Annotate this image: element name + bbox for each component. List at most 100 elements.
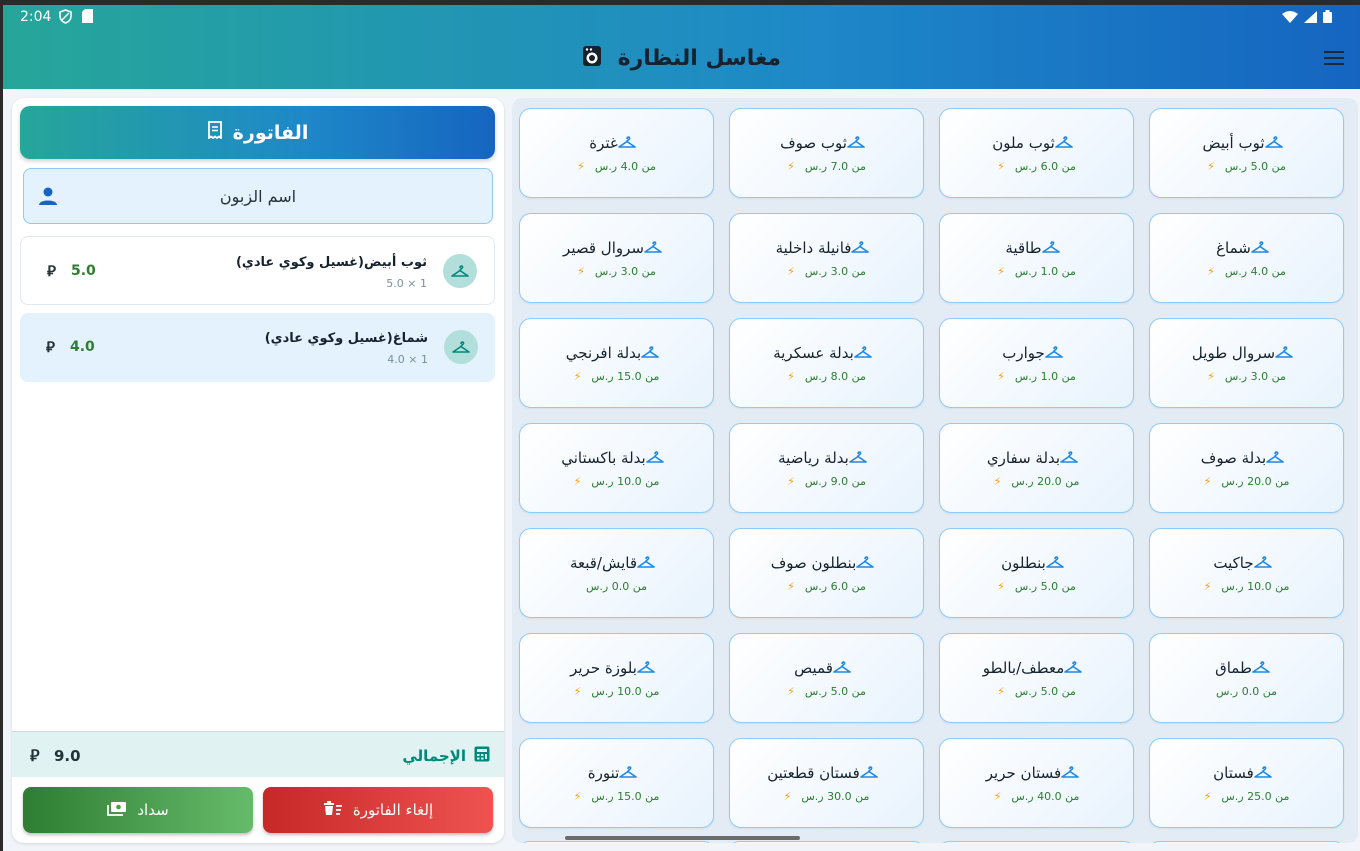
riyal-icon: ⃁ bbox=[47, 262, 56, 280]
product-card[interactable]: بدلة عسكرية من 8.0 ر.س ⚡ bbox=[729, 318, 924, 408]
product-card[interactable]: بنطلون من 5.0 ر.س ⚡ bbox=[939, 528, 1134, 618]
product-name: فستان حرير bbox=[985, 764, 1062, 782]
product-price: من 0.0 ر.س bbox=[1216, 685, 1277, 698]
product-card[interactable]: بدلة افرنجي من 15.0 ر.س ⚡ bbox=[519, 318, 714, 408]
product-card-partial[interactable] bbox=[939, 841, 1134, 843]
receipt-icon bbox=[207, 121, 223, 144]
product-name: جوارب bbox=[1002, 344, 1045, 362]
clear-trash-icon bbox=[323, 800, 343, 820]
product-price: من 5.0 ر.س bbox=[1014, 685, 1076, 698]
product-card[interactable]: بدلة سفاري من 20.0 ر.س ⚡ bbox=[939, 423, 1134, 513]
app-title: مغاسل النظارة bbox=[617, 46, 782, 71]
hanger-icon bbox=[641, 345, 660, 363]
person-icon bbox=[38, 186, 58, 210]
hanger-icon bbox=[1061, 765, 1080, 783]
product-card[interactable]: بنطلون صوف من 6.0 ر.س ⚡ bbox=[729, 528, 924, 618]
bolt-icon: ⚡ bbox=[1207, 160, 1215, 173]
bolt-icon: ⚡ bbox=[997, 265, 1005, 278]
product-price: من 6.0 ر.س bbox=[1014, 160, 1076, 173]
scrollbar-thumb[interactable] bbox=[565, 836, 800, 840]
product-name: سروال قصير bbox=[563, 239, 644, 257]
product-card[interactable]: بدلة باكستاني من 10.0 ر.س ⚡ bbox=[519, 423, 714, 513]
product-card[interactable]: بدلة صوف من 20.0 ر.س ⚡ bbox=[1149, 423, 1344, 513]
product-name: غترة bbox=[589, 134, 618, 152]
bolt-icon: ⚡ bbox=[1203, 580, 1212, 593]
hanger-icon bbox=[645, 450, 664, 468]
bolt-icon: ⚡ bbox=[997, 160, 1005, 173]
product-card[interactable]: قميص من 5.0 ر.س ⚡ bbox=[729, 633, 924, 723]
payments-icon bbox=[107, 801, 127, 820]
total-value: 9.0 bbox=[54, 747, 81, 765]
product-name: بدلة سفاري bbox=[986, 449, 1061, 467]
bolt-icon: ⚡ bbox=[787, 160, 795, 173]
product-name: فانيلة داخلية bbox=[775, 239, 852, 257]
washing-machine-icon bbox=[582, 45, 602, 73]
product-card[interactable]: ثوب صوف من 7.0 ر.س ⚡ bbox=[729, 108, 924, 198]
invoice-header: الفاتورة bbox=[20, 106, 495, 159]
sd-card-icon bbox=[82, 9, 93, 23]
hanger-icon bbox=[444, 330, 478, 364]
cart-item[interactable]: ثوب أبيض(غسيل وكوي عادي) 5.0 × 1 5.0 ⃁ bbox=[20, 236, 495, 305]
product-card[interactable]: سروال طويل من 3.0 ر.س ⚡ bbox=[1149, 318, 1344, 408]
bolt-icon: ⚡ bbox=[993, 475, 1002, 488]
product-card[interactable]: قايش/قبعة من 0.0 ر.س bbox=[519, 528, 714, 618]
product-card[interactable]: بدلة رياضية من 9.0 ر.س ⚡ bbox=[729, 423, 924, 513]
product-card[interactable]: فستان حرير من 40.0 ر.س ⚡ bbox=[939, 738, 1134, 828]
customer-name-field[interactable]: اسم الزبون bbox=[23, 168, 493, 224]
product-name: طماق bbox=[1215, 659, 1252, 677]
product-price: من 3.0 ر.س bbox=[1224, 370, 1286, 383]
product-card-partial[interactable] bbox=[519, 841, 714, 843]
product-price: من 10.0 ر.س bbox=[591, 475, 660, 488]
cart-list: ثوب أبيض(غسيل وكوي عادي) 5.0 × 1 5.0 ⃁ ش… bbox=[20, 236, 495, 390]
bolt-icon: ⚡ bbox=[997, 580, 1005, 593]
product-card[interactable]: فانيلة داخلية من 3.0 ر.س ⚡ bbox=[729, 213, 924, 303]
bolt-icon: ⚡ bbox=[997, 370, 1005, 383]
hanger-icon bbox=[1254, 765, 1272, 783]
cancel-invoice-button[interactable]: إلغاء الفاتورة bbox=[263, 787, 493, 833]
product-name: بلوزة حرير bbox=[570, 659, 637, 677]
status-bar: 2:04 bbox=[3, 5, 1360, 29]
product-card[interactable]: شماغ من 4.0 ر.س ⚡ bbox=[1149, 213, 1344, 303]
pay-button[interactable]: سداد bbox=[23, 787, 253, 833]
bolt-icon: ⚡ bbox=[787, 580, 795, 593]
product-card[interactable]: ثوب ملون من 6.0 ر.س ⚡ bbox=[939, 108, 1134, 198]
customer-name-label: اسم الزبون bbox=[219, 186, 297, 206]
product-grid: ثوب أبيض من 5.0 ر.س⚡ ثوب ملون من 6.0 ر.س⚡ ثو… bbox=[512, 98, 1358, 843]
product-card[interactable]: جاكيت من 10.0 ر.س ⚡ bbox=[1149, 528, 1344, 618]
product-card[interactable]: جوارب من 1.0 ر.س ⚡ bbox=[939, 318, 1134, 408]
total-bar: الإجمالي 9.0 ⃁ bbox=[12, 731, 504, 777]
product-name: فستان bbox=[1213, 764, 1254, 782]
product-name: بدلة افرنجي bbox=[565, 344, 642, 362]
product-card[interactable]: معطف/بالطو من 5.0 ر.س ⚡ bbox=[939, 633, 1134, 723]
bolt-icon: ⚡ bbox=[997, 685, 1005, 698]
calculator-icon bbox=[474, 746, 490, 766]
product-card[interactable]: بلوزة حرير من 10.0 ر.س ⚡ bbox=[519, 633, 714, 723]
cart-item[interactable]: شماغ(غسيل وكوي عادي) 4.0 × 1 4.0 ⃁ bbox=[20, 313, 495, 382]
product-card[interactable]: فستان من 25.0 ر.س ⚡ bbox=[1149, 738, 1344, 828]
hanger-icon bbox=[637, 660, 655, 678]
product-card[interactable]: فستان قطعتين من 30.0 ر.س ⚡ bbox=[729, 738, 924, 828]
menu-icon[interactable] bbox=[1324, 51, 1344, 67]
product-card[interactable]: سروال قصير من 3.0 ر.س ⚡ bbox=[519, 213, 714, 303]
hanger-icon bbox=[1275, 345, 1293, 363]
product-card[interactable]: تنورة من 15.0 ر.س ⚡ bbox=[519, 738, 714, 828]
hanger-icon bbox=[1253, 555, 1272, 573]
riyal-icon: ⃁ bbox=[46, 338, 55, 356]
product-card[interactable]: ثوب أبيض من 5.0 ر.س ⚡ bbox=[1149, 108, 1344, 198]
product-card[interactable]: طماق من 0.0 ر.س bbox=[1149, 633, 1344, 723]
product-card-partial[interactable] bbox=[1149, 841, 1344, 843]
product-price: من 20.0 ر.س bbox=[1221, 475, 1290, 488]
product-price: من 40.0 ر.س bbox=[1011, 790, 1080, 803]
bolt-icon: ⚡ bbox=[577, 160, 585, 173]
hanger-icon bbox=[833, 660, 851, 678]
product-card[interactable]: طاقية من 1.0 ر.س ⚡ bbox=[939, 213, 1134, 303]
product-card-partial[interactable] bbox=[729, 841, 924, 843]
cart-item-name: ثوب أبيض(غسيل وكوي عادي) bbox=[235, 255, 427, 270]
bolt-icon: ⚡ bbox=[1207, 370, 1215, 383]
product-price: من 3.0 ر.س bbox=[594, 265, 656, 278]
bolt-icon: ⚡ bbox=[573, 685, 582, 698]
invoice-title: الفاتورة bbox=[232, 121, 309, 144]
product-card[interactable]: غترة من 4.0 ر.س ⚡ bbox=[519, 108, 714, 198]
hanger-icon bbox=[1054, 135, 1073, 153]
battery-icon bbox=[1323, 10, 1332, 23]
